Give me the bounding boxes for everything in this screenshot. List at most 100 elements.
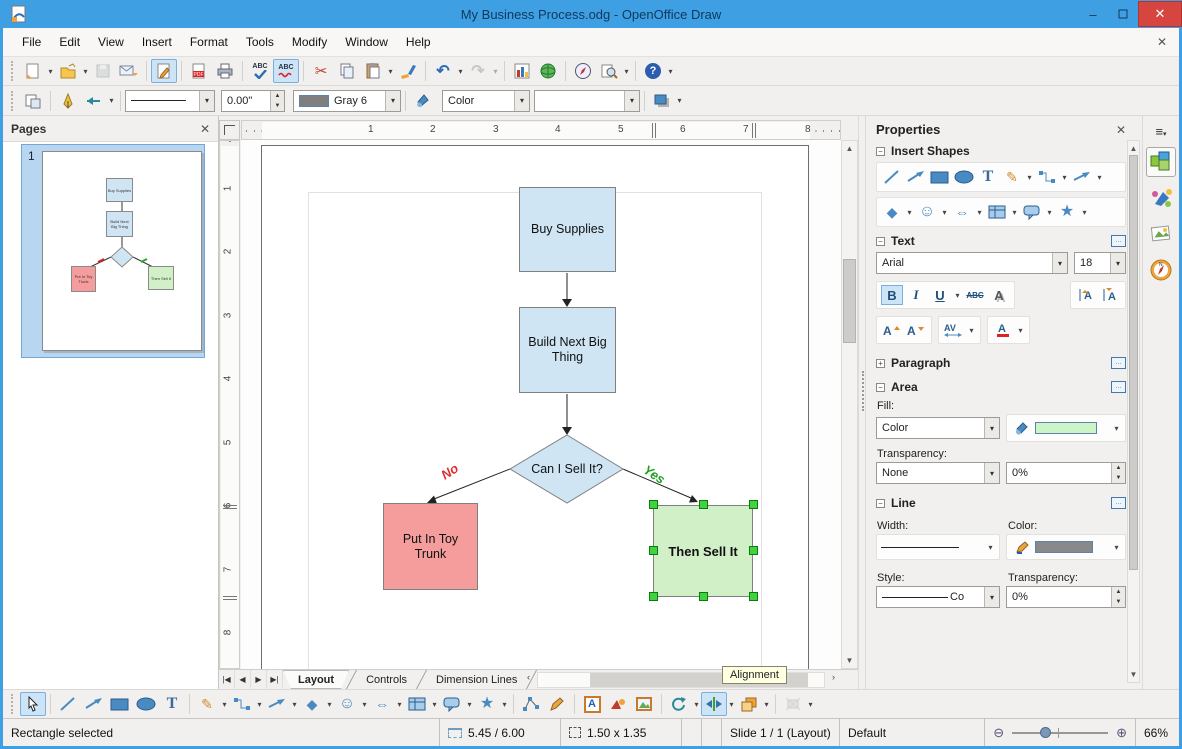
star-shapes-dropdown-icon[interactable]: ▾ xyxy=(1080,208,1089,217)
connector-dropdown-icon[interactable]: ▾ xyxy=(1060,173,1069,182)
line-width-dropdown-icon[interactable]: ▾ xyxy=(986,543,995,552)
decrease-spacing-icon[interactable]: A xyxy=(1099,285,1121,305)
fill-type-select[interactable]: Color ▾ xyxy=(442,89,530,112)
flowchart-shapes-dropdown-icon[interactable]: ▾ xyxy=(1010,208,1019,217)
pages-close-icon[interactable]: ✕ xyxy=(200,122,210,136)
character-spacing-icon[interactable]: AV xyxy=(943,320,965,340)
sidebar-splitter[interactable] xyxy=(858,116,866,689)
fontwork-button[interactable]: A xyxy=(579,692,605,716)
paint-can-icon[interactable] xyxy=(1011,418,1033,438)
paste-button[interactable] xyxy=(360,59,386,83)
help-icon[interactable]: ? xyxy=(640,59,666,83)
basic-shapes-tool[interactable]: ◆ xyxy=(299,692,325,716)
navigator-button[interactable] xyxy=(570,59,596,83)
line-width-spinner[interactable]: 0.00" ▲ ▼ xyxy=(221,89,285,112)
sidebar-tab-images[interactable] xyxy=(1146,219,1176,249)
paragraph-dialog-launcher-icon[interactable]: … xyxy=(1111,357,1126,369)
last-page-icon[interactable]: ▶| xyxy=(267,670,283,689)
toolbar-grip[interactable] xyxy=(11,90,16,111)
selection-handle[interactable] xyxy=(649,592,658,601)
crop-button[interactable] xyxy=(780,692,806,716)
font-color-dropdown-icon[interactable]: ▾ xyxy=(1016,326,1025,335)
insert-line-icon[interactable] xyxy=(881,167,903,187)
block-arrows-dropdown-icon[interactable]: ▾ xyxy=(395,700,404,709)
alignment-dropdown-icon[interactable]: ▾ xyxy=(727,700,736,709)
tab-controls[interactable]: Controls xyxy=(354,670,419,689)
autospellcheck-button[interactable]: ABC xyxy=(273,59,299,83)
curve-icon[interactable]: ✎ xyxy=(1001,167,1023,187)
arrange-button[interactable] xyxy=(736,692,762,716)
copy-button[interactable] xyxy=(334,59,360,83)
lines-arrows-dropdown-icon[interactable]: ▾ xyxy=(1095,173,1104,182)
fill-color-select[interactable]: ▾ xyxy=(534,89,640,112)
line-style-select[interactable]: ▾ xyxy=(125,89,215,112)
bold-button[interactable]: B xyxy=(881,285,903,305)
styles-button[interactable] xyxy=(20,89,46,113)
lines-arrows-dropdown-icon[interactable]: ▾ xyxy=(290,700,299,709)
font-name-select[interactable]: Arial ▾ xyxy=(876,252,1068,274)
rotate-dropdown-icon[interactable]: ▾ xyxy=(692,700,701,709)
sidebar-tab-navigator[interactable]: N xyxy=(1146,255,1176,285)
connector-tool-dropdown-icon[interactable]: ▾ xyxy=(255,700,264,709)
open-button[interactable] xyxy=(55,59,81,83)
selection-handle[interactable] xyxy=(749,546,758,555)
underline-dropdown-icon[interactable]: ▾ xyxy=(953,291,962,300)
fill-color-swatch[interactable] xyxy=(1035,422,1097,434)
arrow-tool[interactable] xyxy=(81,692,107,716)
scroll-up-icon[interactable]: ▲ xyxy=(842,141,857,156)
arrow-style-dropdown-icon[interactable]: ▾ xyxy=(107,96,116,105)
block-arrows-icon[interactable]: ⇔ xyxy=(951,202,973,222)
curve-tool[interactable]: ✎ xyxy=(194,692,220,716)
text-dialog-launcher-icon[interactable]: … xyxy=(1111,235,1126,247)
callout-shapes-icon[interactable] xyxy=(1021,202,1043,222)
arrange-dropdown-icon[interactable]: ▾ xyxy=(762,700,771,709)
redo-icon[interactable]: ↷ xyxy=(465,59,491,83)
flowchart-node-then-sell-it[interactable]: Then Sell It xyxy=(653,505,753,597)
collapse-icon[interactable]: − xyxy=(876,382,885,392)
flowchart-dropdown-icon[interactable]: ▾ xyxy=(430,700,439,709)
tab-layout[interactable]: Layout xyxy=(283,670,349,689)
zoom-out-icon[interactable]: ⊖ xyxy=(993,725,1004,741)
scroll-down-icon[interactable]: ▼ xyxy=(1128,667,1139,682)
line-dialog-launcher-icon[interactable]: … xyxy=(1111,497,1126,509)
collapse-icon[interactable]: − xyxy=(876,236,885,246)
zoom-in-icon[interactable]: ⊕ xyxy=(1116,725,1127,741)
star-shapes-icon[interactable]: ★ xyxy=(1056,202,1078,222)
line-dialog-button[interactable] xyxy=(55,89,81,113)
increase-font-icon[interactable]: A xyxy=(881,320,903,340)
properties-scroll-thumb[interactable] xyxy=(1129,155,1138,570)
document-close-icon[interactable]: ✕ xyxy=(1157,35,1167,49)
character-spacing-dropdown-icon[interactable]: ▾ xyxy=(967,326,976,335)
menu-insert[interactable]: Insert xyxy=(133,31,181,53)
edit-points-button[interactable] xyxy=(518,692,544,716)
selection-handle[interactable] xyxy=(749,592,758,601)
chart-button[interactable] xyxy=(509,59,535,83)
block-arrows-tool[interactable]: ⇔ xyxy=(369,692,395,716)
flowchart-shapes-icon[interactable] xyxy=(986,202,1008,222)
zoom-button[interactable] xyxy=(596,59,622,83)
block-arrows-dropdown-icon[interactable]: ▾ xyxy=(975,208,984,217)
flowchart-node-put-in-toy-trunk[interactable]: Put In Toy Trunk xyxy=(383,503,478,590)
sidebar-tab-properties[interactable] xyxy=(1146,147,1176,177)
zoom-percent[interactable]: 66% xyxy=(1135,719,1179,746)
decrease-font-icon[interactable]: A xyxy=(905,320,927,340)
zoom-dropdown-icon[interactable]: ▾ xyxy=(622,67,631,76)
text-shadow-button[interactable]: A xyxy=(988,285,1010,305)
redo-dropdown-icon[interactable]: ▾ xyxy=(491,67,500,76)
selection-handle[interactable] xyxy=(749,500,758,509)
select-tool[interactable] xyxy=(20,692,46,716)
symbol-shapes-dropdown-icon[interactable]: ▾ xyxy=(360,700,369,709)
increase-spacing-icon[interactable]: A xyxy=(1075,285,1097,305)
toolbar-options-icon[interactable]: ▾ xyxy=(666,67,675,76)
new-document-button[interactable] xyxy=(20,59,46,83)
area-dialog-button[interactable] xyxy=(410,89,436,113)
insert-arrow-icon[interactable] xyxy=(905,167,927,187)
ellipse-tool[interactable] xyxy=(133,692,159,716)
first-page-icon[interactable]: |◀ xyxy=(219,670,235,689)
prev-page-icon[interactable]: ◀ xyxy=(235,670,251,689)
basic-shapes-dropdown-icon[interactable]: ▾ xyxy=(905,208,914,217)
alignment-button[interactable] xyxy=(701,692,727,716)
export-pdf-button[interactable]: PDF xyxy=(186,59,212,83)
new-dropdown-icon[interactable]: ▾ xyxy=(46,67,55,76)
insert-text-icon[interactable]: T xyxy=(977,167,999,187)
